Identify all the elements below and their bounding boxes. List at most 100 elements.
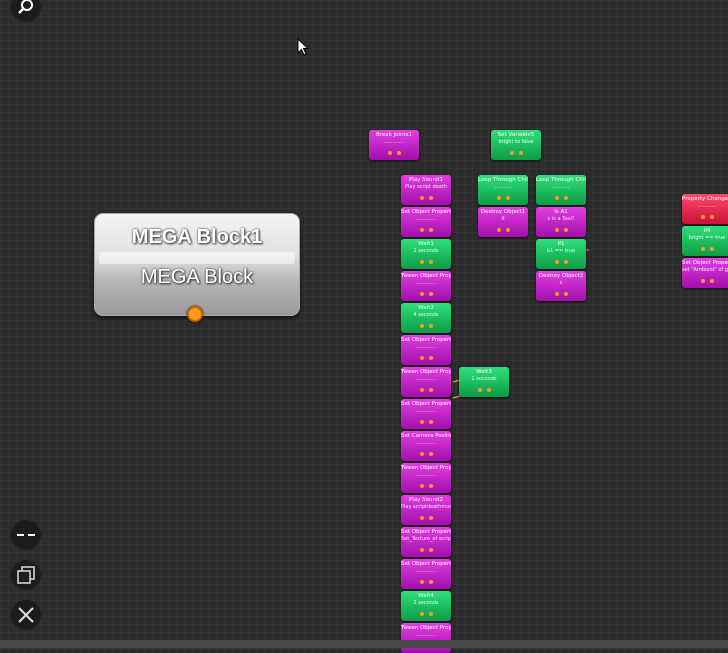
- node-port[interactable]: [701, 215, 705, 219]
- node-port[interactable]: [564, 292, 568, 296]
- node-port[interactable]: [555, 196, 559, 200]
- node-subtitle: it: [501, 216, 505, 222]
- node-loop-a[interactable]: Loop Through Children............: [478, 175, 528, 205]
- node-subtitle: ............: [416, 344, 436, 350]
- node-set-object-property3[interactable]: Set Object Property3............: [401, 335, 451, 365]
- node-port[interactable]: [429, 580, 433, 584]
- node-port[interactable]: [420, 292, 424, 296]
- node-title: Tween Object Property4: [401, 625, 451, 631]
- node-set-object-property5[interactable]: Set Object Property5Set_Texture_of scrip…: [401, 527, 451, 557]
- node-port[interactable]: [429, 516, 433, 520]
- node-port[interactable]: [420, 548, 424, 552]
- node-port[interactable]: [429, 612, 433, 616]
- node-port[interactable]: [564, 196, 568, 200]
- node-port[interactable]: [506, 196, 510, 200]
- node-port[interactable]: [555, 260, 559, 264]
- node-title: Tween Object Property3: [401, 465, 451, 471]
- node-is-a1[interactable]: Is A1 c is a Tool?: [536, 207, 586, 237]
- node-port[interactable]: [555, 228, 559, 232]
- node-title: Play Sound1: [408, 177, 444, 183]
- node-title: Wait2: [418, 305, 434, 311]
- node-port[interactable]: [420, 516, 424, 520]
- copy-button[interactable]: [11, 560, 41, 590]
- node-port[interactable]: [506, 228, 510, 232]
- node-port[interactable]: [420, 196, 424, 200]
- node-port[interactable]: [420, 388, 424, 392]
- node-set-object-property1[interactable]: Set Object Property1............: [401, 207, 451, 237]
- node-wait1[interactable]: Wait1 1 seconds: [401, 239, 451, 269]
- node-wait3[interactable]: Wait3 1 seconds: [459, 367, 509, 397]
- node-port[interactable]: [710, 215, 714, 219]
- node-play-sound2[interactable]: Play Sound2 Play scriptdeathmusic: [401, 495, 451, 525]
- node-set-camera-position1[interactable]: Set Camera Position1............: [401, 431, 451, 461]
- node-subtitle: Play scriptdeathmusic: [401, 504, 451, 510]
- search-button[interactable]: [11, 0, 41, 22]
- node-port[interactable]: [510, 151, 514, 155]
- node-port[interactable]: [710, 279, 714, 283]
- node-port[interactable]: [429, 388, 433, 392]
- node-loop-b[interactable]: Loop Through Children............: [536, 175, 586, 205]
- node-title: Wait1: [418, 241, 434, 247]
- node-if1[interactable]: If1 b1 == true: [536, 239, 586, 269]
- node-port[interactable]: [497, 228, 501, 232]
- node-port[interactable]: [710, 247, 714, 251]
- node-port[interactable]: [429, 228, 433, 232]
- node-wait2[interactable]: Wait2 4 seconds: [401, 303, 451, 333]
- node-set-object-property6[interactable]: Set Object Property6............: [401, 559, 451, 589]
- node-play-sound1[interactable]: Play Sound1 Play script death: [401, 175, 451, 205]
- node-subtitle: b1 == true: [546, 248, 576, 254]
- node-wait4[interactable]: Wait4 3 seconds: [401, 591, 451, 621]
- node-port[interactable]: [420, 260, 424, 264]
- bottom-scrollbar[interactable]: [0, 640, 728, 648]
- node-port[interactable]: [519, 151, 523, 155]
- mega-block-output-port[interactable]: [187, 306, 203, 322]
- node-port[interactable]: [564, 260, 568, 264]
- node-if4[interactable]: If4 bright == true: [682, 226, 728, 256]
- node-port[interactable]: [420, 452, 424, 456]
- node-port[interactable]: [420, 484, 424, 488]
- node-tween1[interactable]: Tween Object Property1............: [401, 271, 451, 301]
- node-port[interactable]: [420, 612, 424, 616]
- node-port[interactable]: [701, 279, 705, 283]
- node-property-changed1[interactable]: Property Changed1............: [682, 194, 728, 224]
- node-destroy-object1[interactable]: Destroy Object1 it: [478, 207, 528, 237]
- node-port[interactable]: [564, 228, 568, 232]
- node-port[interactable]: [429, 260, 433, 264]
- node-port[interactable]: [429, 356, 433, 360]
- node-port[interactable]: [429, 484, 433, 488]
- node-port[interactable]: [555, 292, 559, 296]
- node-port[interactable]: [420, 228, 424, 232]
- node-port[interactable]: [397, 151, 401, 155]
- node-title: If1: [557, 241, 565, 247]
- node-port[interactable]: [420, 356, 424, 360]
- node-port[interactable]: [429, 324, 433, 328]
- node-port[interactable]: [420, 420, 424, 424]
- node-port[interactable]: [429, 292, 433, 296]
- node-subtitle: 1 seconds: [413, 248, 439, 254]
- node-port[interactable]: [429, 452, 433, 456]
- node-port[interactable]: [478, 388, 482, 392]
- node-port[interactable]: [429, 420, 433, 424]
- node-port[interactable]: [420, 580, 424, 584]
- node-port[interactable]: [429, 548, 433, 552]
- node-title: Play Sound2: [408, 497, 444, 503]
- node-port[interactable]: [487, 388, 491, 392]
- node-set-object-property2[interactable]: Set Object Property2set "Ambient" of gam…: [682, 258, 728, 288]
- node-port[interactable]: [420, 324, 424, 328]
- node-set-object-property4[interactable]: Set Object Property4............: [401, 399, 451, 429]
- node-port[interactable]: [497, 196, 501, 200]
- node-port[interactable]: [429, 196, 433, 200]
- node-destroy-object2[interactable]: Destroy Object2 c: [536, 271, 586, 301]
- node-tween3[interactable]: Tween Object Property3............: [401, 463, 451, 493]
- mega-block-node[interactable]: MEGA Block1 MEGA Block: [94, 213, 300, 322]
- node-port[interactable]: [701, 247, 705, 251]
- node-set-variable5[interactable]: Set Variable5 bright to false: [491, 130, 541, 160]
- close-button[interactable]: [11, 600, 41, 630]
- node-break-joints1[interactable]: Break Joints1............: [369, 130, 419, 160]
- node-port[interactable]: [388, 151, 392, 155]
- close-icon: [17, 606, 35, 624]
- node-tween2[interactable]: Tween Object Property2............: [401, 367, 451, 397]
- search-icon: [17, 0, 35, 16]
- minimize-button[interactable]: [11, 520, 41, 550]
- node-tween4[interactable]: Tween Object Property4............: [401, 623, 451, 653]
